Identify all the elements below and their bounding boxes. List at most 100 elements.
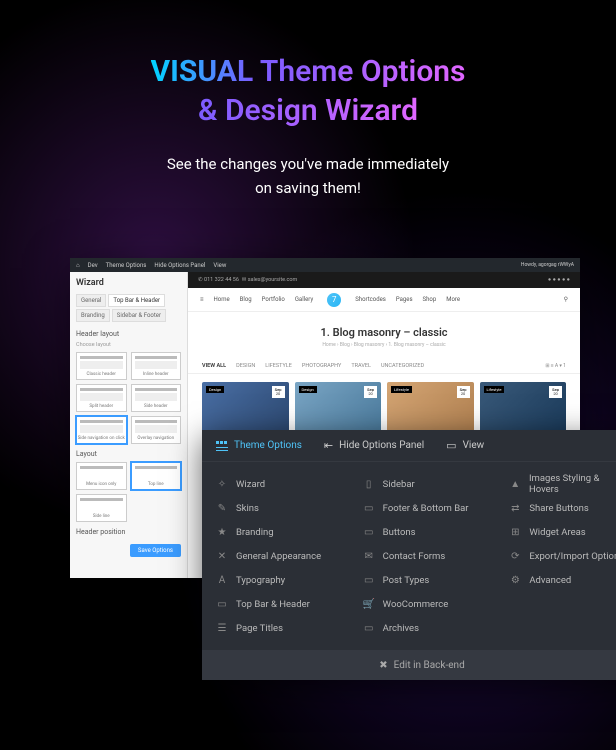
search-icon[interactable]: ⚲ (564, 296, 568, 303)
nav-home[interactable]: Home (214, 296, 230, 303)
image-icon: ▲ (509, 478, 521, 490)
nav-shortcodes[interactable]: Shortcodes (355, 296, 386, 303)
dropdown-tab-view[interactable]: ▭ View (446, 439, 484, 452)
filter-design[interactable]: DESIGN (236, 363, 255, 369)
filter-photo[interactable]: PHOTOGRAPHY (302, 363, 341, 369)
wizard-tab-sidebar[interactable]: Sidebar & Footer (112, 309, 166, 322)
breadcrumb: Home › Blog › Blog masonry › 1. Blog mas… (188, 342, 580, 348)
theme-options-dropdown: Theme Options ⇤ Hide Options Panel ▭ Vie… (202, 430, 616, 680)
blog-card[interactable]: DesignSep20 (295, 382, 382, 434)
menu-widgets[interactable]: ⊞Widget Areas (509, 520, 616, 544)
menu-buttons[interactable]: ▭Buttons (363, 520, 482, 544)
nav-gallery[interactable]: Gallery (295, 296, 313, 303)
preview-nav: ≡ Home Blog Portfolio Gallery 7 Shortcod… (188, 288, 580, 312)
page-title: 1. Blog masonry – classic (188, 326, 580, 339)
layout-overlay[interactable]: Overlay navigation (131, 416, 182, 444)
label-choose-layout: Choose layout (76, 342, 181, 348)
layout-sidenav[interactable]: Side navigation on click (76, 416, 127, 444)
nav-shop[interactable]: Shop (423, 296, 437, 303)
edit-backend-button[interactable]: ✖ Edit in Back-end (202, 650, 616, 680)
wizard-sidebar: Wizard General Top Bar & Header Branding… (70, 272, 188, 578)
menu-general[interactable]: ✕General Appearance (216, 544, 335, 568)
menu-share[interactable]: ⇄Share Buttons (509, 496, 616, 520)
section-layout: Layout (76, 450, 181, 458)
mail-icon: ✉ (363, 550, 375, 562)
layout-side[interactable]: Side header (131, 384, 182, 412)
refresh-icon: ⟳ (509, 550, 521, 562)
nav-blog[interactable]: Blog (240, 296, 252, 303)
layout-top-line[interactable]: Top line (131, 462, 182, 490)
filter-travel[interactable]: TRAVEL (351, 363, 371, 369)
grid-icon: ⊞ (509, 526, 521, 538)
layout-side-line[interactable]: Side line (76, 494, 127, 522)
menu-topbar[interactable]: ▭Top Bar & Header (216, 592, 335, 616)
wizard-tab-general[interactable]: General (76, 294, 106, 307)
nav-more[interactable]: More (446, 296, 460, 303)
menu-page-titles[interactable]: ☰Page Titles (216, 616, 335, 640)
preview-topbar: ✆ 011 322 44 56 ✉ sales@yoursite.com ● ●… (188, 272, 580, 288)
blog-card[interactable]: DesignSep20 (202, 382, 289, 434)
headline-rest1: Theme Options (260, 54, 466, 89)
dropdown-tab-theme-options[interactable]: Theme Options (216, 440, 302, 452)
menu-archives[interactable]: ▭Archives (363, 616, 482, 640)
share-icon: ⇄ (509, 502, 521, 514)
filter-uncat[interactable]: UNCATEGORIZED (381, 363, 424, 369)
view-controls[interactable]: ⊞ ≡ A ▾ 1 (545, 363, 566, 369)
wizard-tab-branding[interactable]: Branding (76, 309, 110, 322)
blog-card[interactable]: LifestyleSep20 (387, 382, 474, 434)
burger-icon[interactable]: ≡ (200, 296, 204, 303)
menu-branding[interactable]: ★Branding (216, 520, 335, 544)
post-icon: ▭ (363, 574, 375, 586)
social-icons[interactable]: ● ● ● ● ● (548, 277, 570, 283)
star-icon: ★ (216, 526, 228, 538)
admin-bar-item[interactable]: Theme Options (106, 262, 147, 269)
monitor-icon: ▭ (446, 439, 456, 452)
wand-icon: ✧ (216, 478, 228, 490)
menu-wizard[interactable]: ✧Wizard (216, 472, 335, 496)
dropdown-col-2: ▯Sidebar ▭Footer & Bottom Bar ▭Buttons ✉… (349, 472, 496, 640)
dropdown-tab-hide-panel[interactable]: ⇤ Hide Options Panel (324, 439, 424, 452)
section-header-layout: Header layout (76, 330, 181, 338)
menu-typography[interactable]: ATypography (216, 568, 335, 592)
admin-bar-home-icon[interactable]: ⌂ (76, 262, 80, 269)
menu-sidebar[interactable]: ▯Sidebar (363, 472, 482, 496)
wizard-tabs: General Top Bar & Header Branding Sideba… (76, 294, 181, 322)
menu-woo[interactable]: 🛒WooCommerce (363, 592, 482, 616)
blog-card[interactable]: LifestyleSep20 (480, 382, 567, 434)
menu-export[interactable]: ⟳Export/Import Options (509, 544, 616, 568)
menu-advanced[interactable]: ⚙Advanced (509, 568, 616, 592)
section-header-pos: Header position (76, 528, 181, 536)
wizard-tab-topbar[interactable]: Top Bar & Header (108, 294, 165, 307)
layout-inline[interactable]: Inline header (131, 352, 182, 380)
site-logo[interactable]: 7 (327, 293, 341, 307)
layout-menu-icon[interactable]: Menu icon only (76, 462, 127, 490)
menu-footer[interactable]: ▭Footer & Bottom Bar (363, 496, 482, 520)
list-icon: ☰ (216, 622, 228, 634)
dropdown-header: Theme Options ⇤ Hide Options Panel ▭ Vie… (202, 430, 616, 462)
admin-bar-user[interactable]: Howdy, agorgag rWWyA (521, 262, 574, 268)
layout-options-2: Menu icon only Top line Side line (76, 462, 181, 522)
category-filters: VIEW ALL DESIGN LIFESTYLE PHOTOGRAPHY TR… (188, 358, 580, 374)
filter-all[interactable]: VIEW ALL (202, 363, 226, 369)
nav-portfolio[interactable]: Portfolio (262, 296, 285, 303)
collapse-icon: ⇤ (324, 439, 333, 452)
button-icon: ▭ (363, 526, 375, 538)
admin-bar-item[interactable]: Hide Options Panel (154, 262, 205, 269)
layout-split[interactable]: Split header (76, 384, 127, 412)
menu-images[interactable]: ▲Images Styling & Hovers (509, 472, 616, 496)
headline-rest2: & Design Wizard (198, 93, 418, 128)
wrench-icon: ✖ (379, 660, 387, 671)
nav-pages[interactable]: Pages (396, 296, 413, 303)
layout-options: Classic header Inline header Split heade… (76, 352, 181, 444)
type-icon: A (216, 574, 228, 586)
filter-lifestyle[interactable]: LIFESTYLE (265, 363, 292, 369)
header-icon: ▭ (216, 598, 228, 610)
save-options-button[interactable]: Save Options (130, 544, 181, 557)
menu-skins[interactable]: ✎Skins (216, 496, 335, 520)
menu-contact[interactable]: ✉Contact Forms (363, 544, 482, 568)
layout-classic[interactable]: Classic header (76, 352, 127, 380)
menu-post-types[interactable]: ▭Post Types (363, 568, 482, 592)
admin-bar-item[interactable]: Dev (88, 262, 98, 269)
admin-bar-item[interactable]: View (213, 262, 226, 269)
brush-icon: ✎ (216, 502, 228, 514)
